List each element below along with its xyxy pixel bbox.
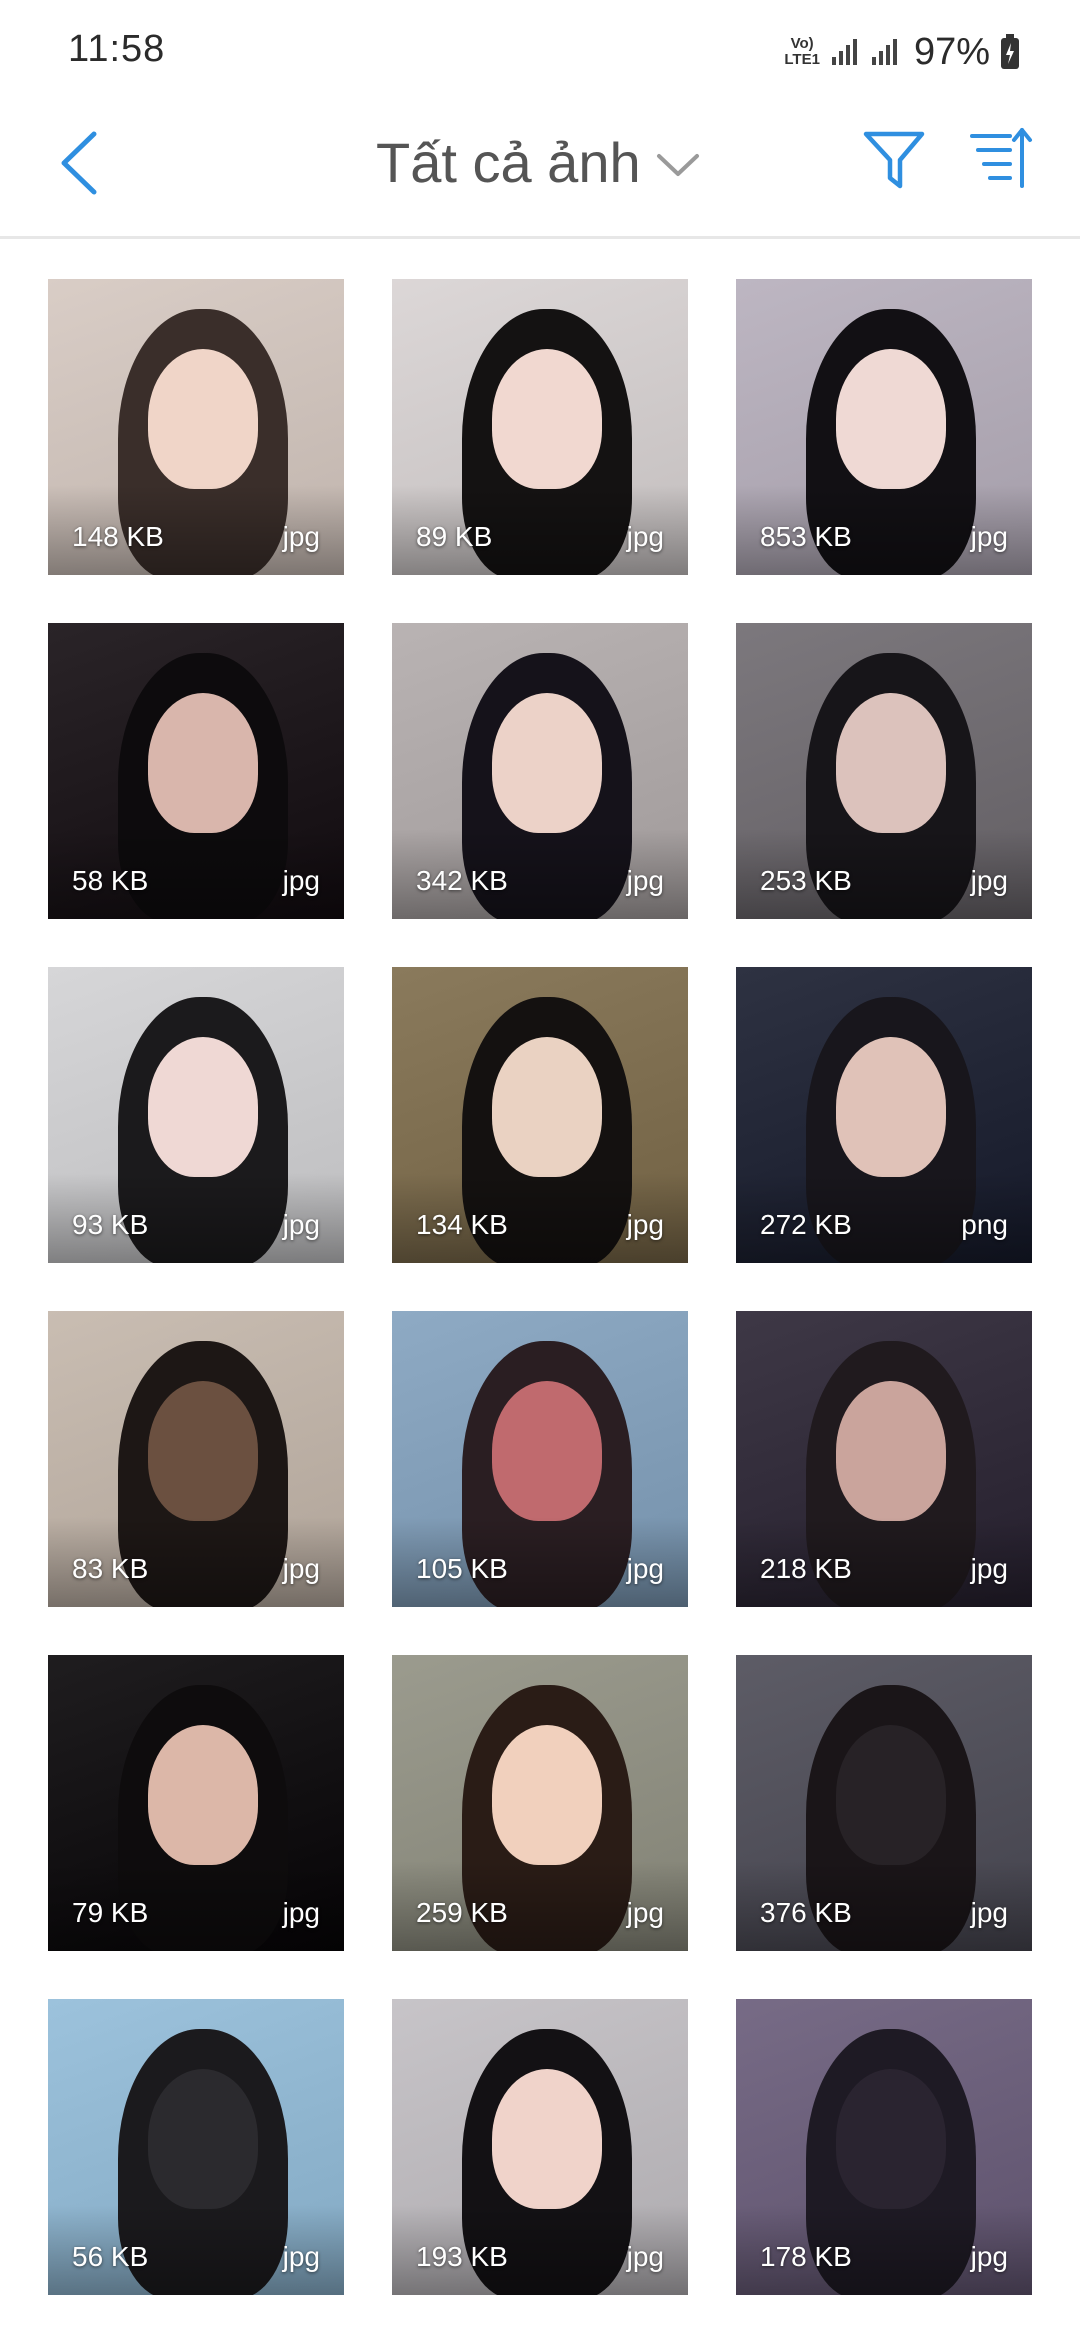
file-type-label: jpg xyxy=(970,521,1008,552)
file-size-label: 259 KB xyxy=(416,1897,508,1928)
file-size-label: 93 KB xyxy=(72,1209,149,1240)
file-type-label: jpg xyxy=(282,1553,320,1584)
photo-grid: 148 KB jpg 89 KB jpg 853 KB jpg 58 KB jpg 342 KB… xyxy=(48,279,1032,2295)
photo-tile[interactable]: 148 KB jpg xyxy=(48,279,344,575)
battery-level: 97% xyxy=(913,30,990,73)
photo-subject xyxy=(148,1037,258,1177)
file-type-label: jpg xyxy=(282,865,320,896)
file-type-label: jpg xyxy=(970,865,1008,896)
photo-tile[interactable]: 79 KB jpg xyxy=(48,1655,344,1951)
chevron-left-icon xyxy=(61,131,97,195)
photo-tile[interactable]: 83 KB jpg xyxy=(48,1311,344,1607)
file-size-label: 853 KB xyxy=(760,521,852,552)
photo-subject xyxy=(148,2069,258,2209)
file-type-label: jpg xyxy=(626,1897,664,1928)
photo-subject xyxy=(148,1725,258,1865)
photo-tile[interactable]: 259 KB jpg xyxy=(392,1655,688,1951)
back-button[interactable] xyxy=(50,126,120,200)
photo-tile[interactable]: 93 KB jpg xyxy=(48,967,344,1263)
file-size-label: 105 KB xyxy=(416,1553,508,1584)
file-type-label: jpg xyxy=(626,521,664,552)
status-time: 11:58 xyxy=(68,28,166,70)
file-type-label: jpg xyxy=(282,521,320,552)
file-size-label: 58 KB xyxy=(72,865,149,896)
status-indicators: Vo) LTE1 97% xyxy=(784,30,1020,74)
volte-label-top: Vo) xyxy=(790,35,814,52)
photo-tile[interactable]: 853 KB jpg xyxy=(736,279,1032,575)
file-size-label: 134 KB xyxy=(416,1209,508,1240)
photo-tile[interactable]: 342 KB jpg xyxy=(392,623,688,919)
file-size-label: 83 KB xyxy=(72,1553,149,1584)
file-size-label: 193 KB xyxy=(416,2241,508,2272)
photo-subject xyxy=(836,693,946,833)
file-type-label: jpg xyxy=(282,1897,320,1928)
photo-subject xyxy=(492,1381,602,1521)
file-type-label: jpg xyxy=(970,2241,1008,2272)
file-type-label: jpg xyxy=(626,2241,664,2272)
photo-subject xyxy=(148,349,258,489)
photo-subject xyxy=(492,1725,602,1865)
photo-subject xyxy=(836,1037,946,1177)
volte-label-bottom: LTE1 xyxy=(784,51,820,68)
photo-subject xyxy=(148,693,258,833)
sort-button[interactable] xyxy=(970,126,1034,192)
status-bar: 11:58 Vo) LTE1 97% xyxy=(0,0,1080,100)
photo-tile[interactable]: 56 KB jpg xyxy=(48,1999,344,2295)
sort-icon xyxy=(970,128,1032,188)
file-size-label: 178 KB xyxy=(760,2241,852,2272)
file-type-label: jpg xyxy=(626,1209,664,1240)
photo-tile[interactable]: 253 KB jpg xyxy=(736,623,1032,919)
file-size-label: 148 KB xyxy=(72,521,164,552)
file-type-label: jpg xyxy=(282,1209,320,1240)
page-title: Tất cả ảnh xyxy=(376,131,641,194)
photo-tile[interactable]: 134 KB jpg xyxy=(392,967,688,1263)
photo-subject xyxy=(492,693,602,833)
photo-tile[interactable]: 218 KB jpg xyxy=(736,1311,1032,1607)
file-type-label: jpg xyxy=(970,1897,1008,1928)
photo-subject xyxy=(492,1037,602,1177)
file-size-label: 56 KB xyxy=(72,2241,149,2272)
filter-icon xyxy=(863,131,925,189)
file-size-label: 342 KB xyxy=(416,865,508,896)
photo-tile[interactable]: 105 KB jpg xyxy=(392,1311,688,1607)
photo-tile[interactable]: 58 KB jpg xyxy=(48,623,344,919)
photo-subject xyxy=(836,349,946,489)
file-size-label: 218 KB xyxy=(760,1553,852,1584)
photo-subject xyxy=(148,1381,258,1521)
file-size-label: 376 KB xyxy=(760,1897,852,1928)
photo-tile[interactable]: 89 KB jpg xyxy=(392,279,688,575)
photo-subject xyxy=(836,2069,946,2209)
file-type-label: jpg xyxy=(282,2241,320,2272)
photo-tile[interactable]: 178 KB jpg xyxy=(736,1999,1032,2295)
photo-tile[interactable]: 272 KB png xyxy=(736,967,1032,1263)
album-selector[interactable]: Tất cả ảnh xyxy=(376,130,701,195)
file-size-label: 89 KB xyxy=(416,521,493,552)
battery-icon xyxy=(1001,34,1019,69)
file-type-label: jpg xyxy=(626,1553,664,1584)
signal-icon-2 xyxy=(871,39,897,65)
chevron-down-icon xyxy=(656,153,699,176)
photo-subject xyxy=(836,1381,946,1521)
photo-subject xyxy=(492,349,602,489)
toolbar: Tất cả ảnh xyxy=(0,100,1080,239)
filter-button[interactable] xyxy=(862,128,926,192)
file-type-label: jpg xyxy=(970,1553,1008,1584)
photo-tile[interactable]: 193 KB jpg xyxy=(392,1999,688,2295)
photo-subject xyxy=(836,1725,946,1865)
file-size-label: 272 KB xyxy=(760,1209,852,1240)
file-size-label: 79 KB xyxy=(72,1897,149,1928)
photo-tile[interactable]: 376 KB jpg xyxy=(736,1655,1032,1951)
file-size-label: 253 KB xyxy=(760,865,852,896)
file-type-label: png xyxy=(961,1209,1008,1240)
file-type-label: jpg xyxy=(626,865,664,896)
photo-subject xyxy=(492,2069,602,2209)
volte-indicator: Vo) LTE1 xyxy=(784,36,820,68)
signal-icon xyxy=(831,39,857,65)
